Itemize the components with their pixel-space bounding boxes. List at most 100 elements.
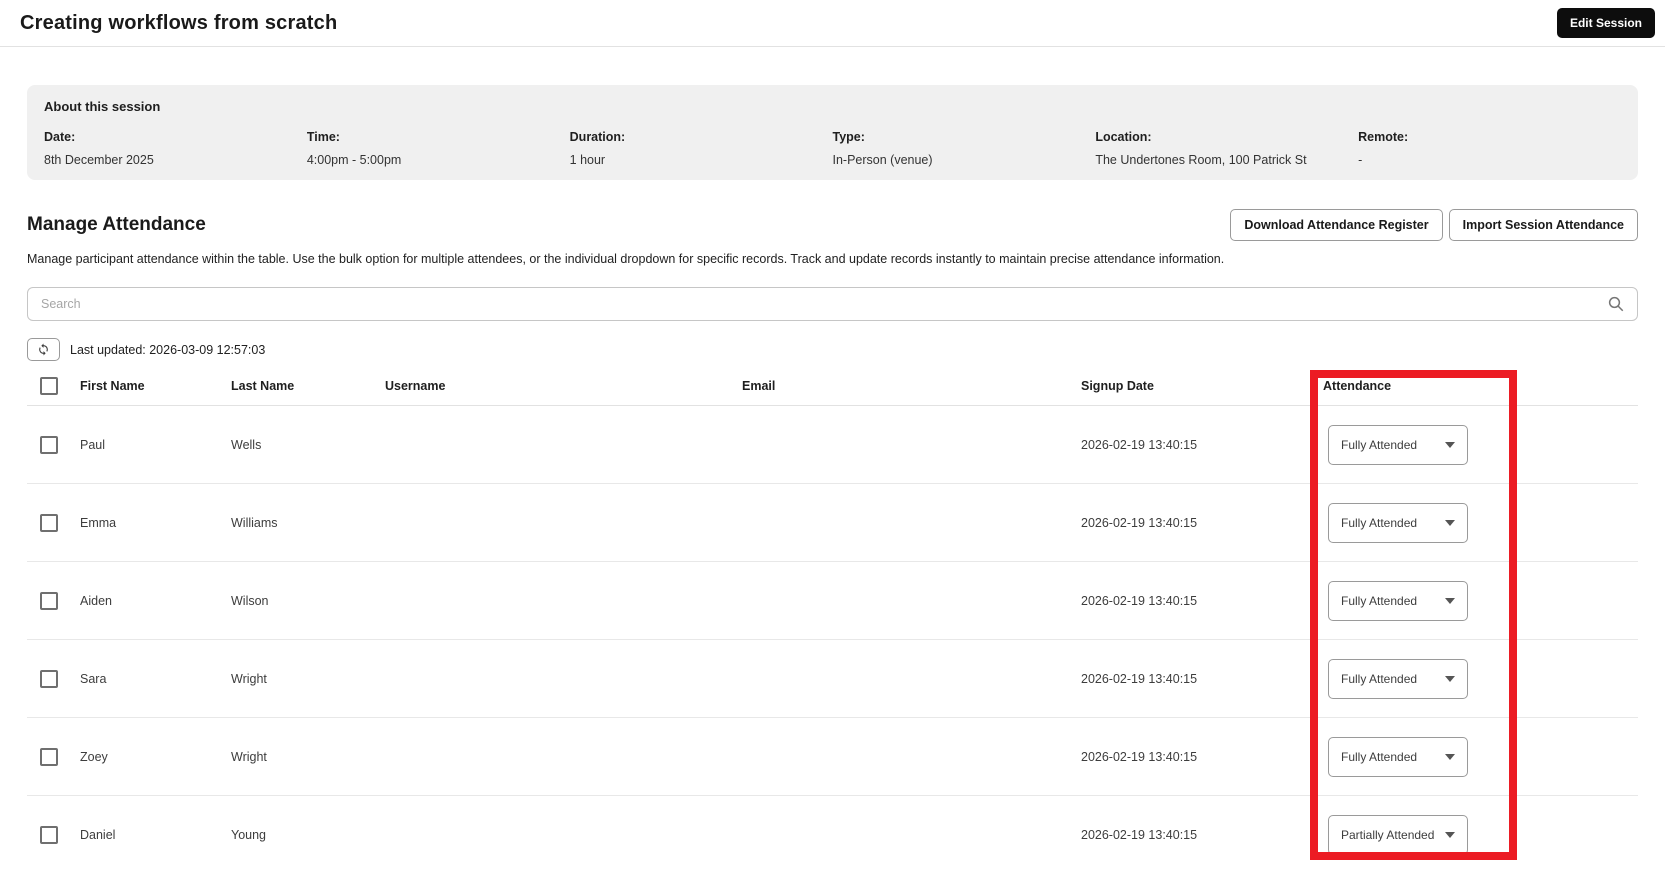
row-checkbox-cell	[27, 435, 80, 454]
about-field-value: In-Person (venue)	[832, 153, 933, 167]
table-row: Paul Wells 2026-02-19 13:40:15 Fully Att…	[27, 406, 1638, 484]
table-row: Emma Williams 2026-02-19 13:40:15 Fully …	[27, 484, 1638, 562]
download-attendance-register-button[interactable]: Download Attendance Register	[1230, 209, 1443, 241]
row-checkbox-cell	[27, 825, 80, 844]
cell-last-name: Wells	[231, 437, 262, 452]
row-checkbox[interactable]	[40, 591, 58, 610]
manage-attendance-actions: Download Attendance Register Import Sess…	[1230, 209, 1638, 241]
attendance-dropdown-value: Fully Attended	[1341, 437, 1418, 452]
about-field-type: Type: In-Person (venue)	[833, 130, 1096, 167]
chevron-down-icon	[1445, 675, 1455, 682]
cell-last-name: Wright	[231, 671, 267, 686]
cell-attendance: Fully Attended	[1323, 658, 1638, 699]
about-field-label: Location:	[1095, 130, 1152, 144]
refresh-icon	[39, 343, 48, 356]
attendance-dropdown[interactable]: Fully Attended	[1328, 424, 1468, 465]
cell-signup-date: 2026-02-19 13:40:15	[1081, 515, 1198, 530]
select-all-cell	[27, 376, 80, 395]
about-field-label: Time:	[306, 130, 340, 144]
about-field-time: Time: 4:00pm - 5:00pm	[307, 130, 570, 167]
about-field-date: Date: 8th December 2025	[44, 130, 307, 167]
row-checkbox[interactable]	[40, 669, 58, 688]
attendance-dropdown-value: Fully Attended	[1341, 749, 1418, 764]
attendance-dropdown-value: Partially Attended	[1341, 827, 1435, 842]
cell-attendance: Fully Attended	[1323, 502, 1638, 543]
about-field-label: Duration:	[569, 130, 626, 144]
cell-last-name: Williams	[231, 515, 278, 530]
search-icon	[1608, 296, 1624, 312]
attendance-dropdown[interactable]: Fully Attended	[1328, 502, 1468, 543]
cell-signup-date: 2026-02-19 13:40:15	[1081, 749, 1198, 764]
row-checkbox-cell	[27, 747, 80, 766]
about-session-fields: Date: 8th December 2025 Time: 4:00pm - 5…	[44, 130, 1621, 167]
column-header-attendance: Attendance	[1323, 378, 1392, 393]
about-field-value: 1 hour	[569, 153, 606, 167]
about-field-value: -	[1358, 153, 1363, 167]
row-checkbox[interactable]	[40, 435, 58, 454]
cell-last-name: Wright	[231, 749, 267, 764]
table-row: Daniel Young 2026-02-19 13:40:15 Partial…	[27, 796, 1638, 871]
attendance-dropdown-value: Fully Attended	[1341, 515, 1418, 530]
cell-first-name: Daniel	[80, 827, 116, 842]
about-field-remote: Remote: -	[1358, 130, 1621, 167]
about-field-value: The Undertones Room, 100 Patrick St	[1095, 153, 1307, 167]
cell-last-name: Wilson	[231, 593, 269, 608]
refresh-button[interactable]	[27, 338, 60, 361]
table-row: Sara Wright 2026-02-19 13:40:15 Fully At…	[27, 640, 1638, 718]
cell-signup-date: 2026-02-19 13:40:15	[1081, 437, 1198, 452]
about-field-location: Location: The Undertones Room, 100 Patri…	[1095, 130, 1358, 167]
table-row: Zoey Wright 2026-02-19 13:40:15 Fully At…	[27, 718, 1638, 796]
attendance-table: First Name Last Name Username Email Sign…	[27, 366, 1638, 871]
chevron-down-icon	[1445, 597, 1455, 604]
about-field-label: Type:	[832, 130, 865, 144]
table-row: Aiden Wilson 2026-02-19 13:40:15 Fully A…	[27, 562, 1638, 640]
attendance-dropdown-value: Fully Attended	[1341, 671, 1418, 686]
row-checkbox[interactable]	[40, 513, 58, 532]
column-header-signup-date: Signup Date	[1081, 378, 1154, 393]
attendance-dropdown-value: Fully Attended	[1341, 593, 1418, 608]
about-field-duration: Duration: 1 hour	[570, 130, 833, 167]
refresh-row: Last updated: 2026-03-09 12:57:03	[27, 338, 1638, 361]
about-field-label: Remote:	[1358, 130, 1409, 144]
search-bar	[27, 287, 1638, 321]
cell-last-name: Young	[231, 827, 266, 842]
cell-first-name: Zoey	[80, 749, 108, 764]
manage-attendance-title: Manage Attendance	[27, 214, 206, 235]
about-field-value: 4:00pm - 5:00pm	[306, 153, 402, 167]
cell-attendance: Fully Attended	[1323, 424, 1638, 465]
about-field-label: Date:	[44, 130, 76, 144]
cell-attendance: Partially Attended	[1323, 814, 1638, 855]
row-checkbox[interactable]	[40, 747, 58, 766]
table-header-row: First Name Last Name Username Email Sign…	[27, 366, 1638, 406]
cell-first-name: Sara	[80, 671, 107, 686]
edit-session-button[interactable]: Edit Session	[1556, 8, 1655, 38]
attendance-dropdown[interactable]: Fully Attended	[1328, 580, 1468, 621]
attendance-dropdown[interactable]: Fully Attended	[1328, 736, 1468, 777]
manage-attendance-description: Manage participant attendance within the…	[27, 252, 1225, 266]
cell-signup-date: 2026-02-19 13:40:15	[1081, 671, 1198, 686]
row-checkbox-cell	[27, 669, 80, 688]
last-updated-text: Last updated: 2026-03-09 12:57:03	[70, 342, 266, 357]
top-bar: Creating workflows from scratch Edit Ses…	[0, 0, 1665, 47]
about-session-panel: About this session Date: 8th December 20…	[27, 85, 1638, 180]
select-all-checkbox[interactable]	[40, 376, 58, 395]
chevron-down-icon	[1445, 753, 1455, 760]
attendance-dropdown[interactable]: Partially Attended	[1328, 814, 1468, 855]
chevron-down-icon	[1445, 831, 1455, 838]
cell-attendance: Fully Attended	[1323, 736, 1638, 777]
cell-first-name: Paul	[80, 437, 106, 452]
attendance-dropdown[interactable]: Fully Attended	[1328, 658, 1468, 699]
cell-first-name: Aiden	[80, 593, 112, 608]
search-input[interactable]	[27, 287, 1638, 321]
column-header-email: Email	[742, 378, 776, 393]
table-body: Paul Wells 2026-02-19 13:40:15 Fully Att…	[27, 406, 1638, 871]
column-header-first-name: First Name	[80, 378, 145, 393]
manage-attendance-header: Manage Attendance Download Attendance Re…	[27, 205, 1638, 245]
about-session-title: About this session	[44, 99, 161, 114]
about-field-value: 8th December 2025	[44, 153, 154, 167]
cell-attendance: Fully Attended	[1323, 580, 1638, 621]
row-checkbox[interactable]	[40, 825, 58, 844]
page-title: Creating workflows from scratch	[20, 11, 338, 34]
import-session-attendance-button[interactable]: Import Session Attendance	[1448, 209, 1638, 241]
row-checkbox-cell	[27, 591, 80, 610]
